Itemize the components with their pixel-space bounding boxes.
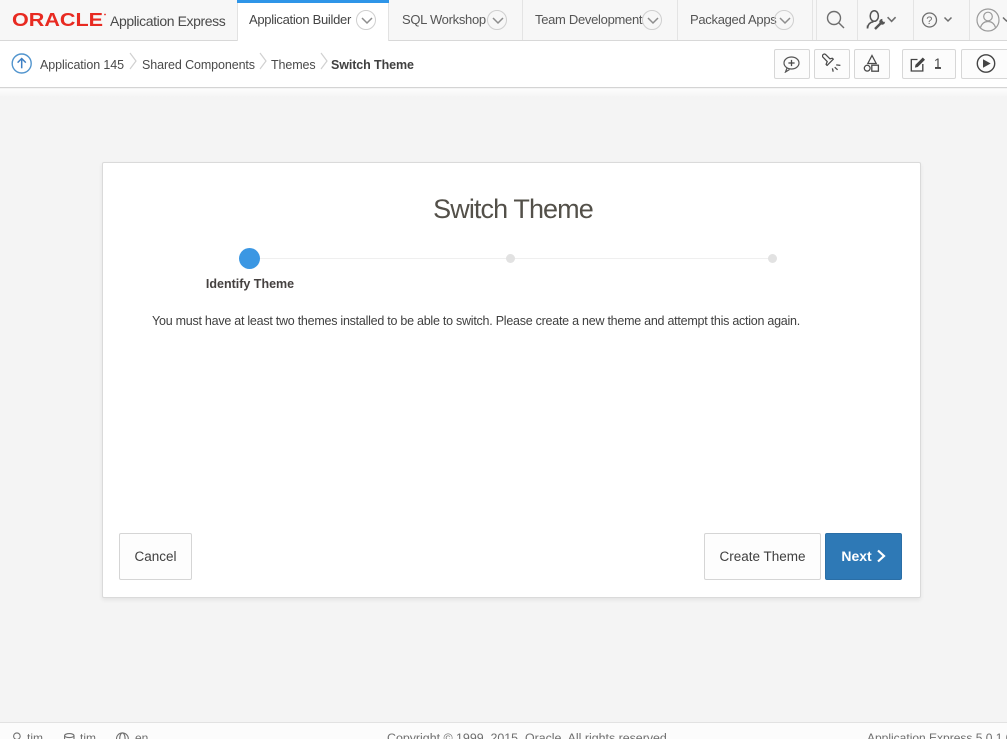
svg-text:ORACLE: ORACLE: [12, 10, 103, 30]
svg-text:?: ?: [926, 15, 932, 27]
